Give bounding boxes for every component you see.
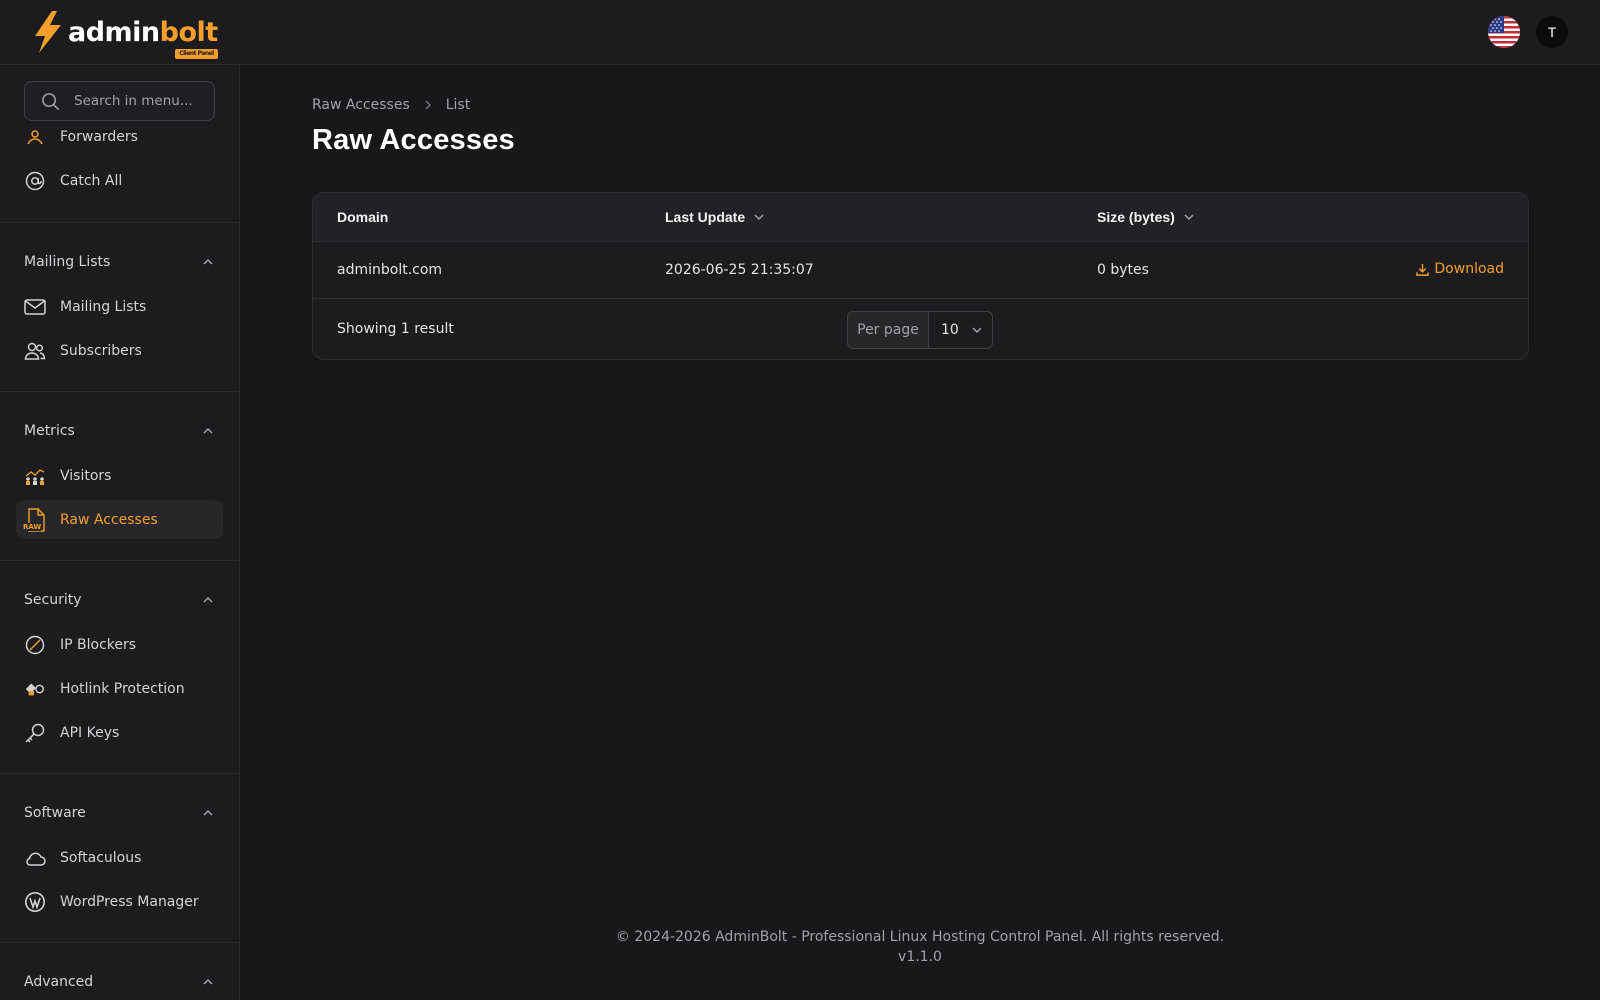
sidebar-item-api-keys[interactable]: API Keys: [16, 713, 223, 752]
sort-chevron-icon: [754, 214, 764, 221]
key-icon: [24, 722, 46, 744]
hotlink-icon: [24, 678, 46, 700]
sidebar-item-label: Subscribers: [60, 342, 142, 359]
envelope-icon: [24, 296, 46, 318]
user-avatar[interactable]: T: [1536, 16, 1568, 48]
sidebar-item-label: Hotlink Protection: [60, 680, 185, 697]
group-mailing-lists[interactable]: Mailing Lists: [24, 250, 215, 274]
group-software[interactable]: Software: [24, 801, 215, 825]
sidebar-item-label: Mailing Lists: [60, 298, 147, 315]
table-footer: Showing 1 result Per page 10: [313, 299, 1528, 359]
column-last-update[interactable]: Last Update: [665, 209, 765, 225]
cell-size: 0 bytes: [1097, 262, 1149, 278]
page-footer: © 2024-2026 AdminBolt - Professional Lin…: [240, 927, 1600, 967]
raw-accesses-table: Domain Last Update Size (bytes) adminbol…: [312, 192, 1529, 360]
sidebar-item-label: Catch All: [60, 172, 123, 189]
sidebar-item-catch-all[interactable]: Catch All: [16, 161, 223, 200]
cloud-icon: [24, 847, 46, 869]
sidebar-divider: [0, 942, 239, 943]
sidebar-item-visitors[interactable]: Visitors: [16, 456, 223, 495]
sidebar-item-label: Raw Accesses: [60, 511, 158, 528]
sidebar-divider: [0, 222, 239, 223]
download-icon: [1416, 263, 1430, 276]
column-size[interactable]: Size (bytes): [1097, 209, 1195, 225]
copyright-text: © 2024-2026 AdminBolt - Professional Lin…: [615, 929, 1225, 945]
raw-label: RAW: [23, 522, 42, 531]
sidebar-item-label: WordPress Manager: [60, 893, 199, 910]
version-text: v1.1.0: [898, 949, 942, 965]
cell-last-update: 2026-06-25 21:35:07: [665, 262, 814, 278]
chevron-up-icon: [203, 427, 213, 434]
visitors-icon: [24, 465, 46, 487]
sort-chevron-icon: [1184, 214, 1194, 221]
breadcrumb: Raw Accesses List: [312, 97, 470, 113]
per-page-select[interactable]: Per page 10: [847, 311, 993, 349]
logo-wordmark: adminbolt Client Panel: [68, 16, 218, 59]
group-advanced[interactable]: Advanced: [24, 970, 215, 994]
sidebar-item-mailing-lists[interactable]: Mailing Lists: [16, 287, 223, 326]
sidebar-item-softaculous[interactable]: Softaculous: [16, 838, 223, 877]
search-input[interactable]: [74, 93, 214, 109]
sidebar-item-label: Visitors: [60, 467, 112, 484]
column-domain: Domain: [337, 209, 389, 225]
sidebar-item-label: Forwarders: [60, 128, 138, 145]
bolt-icon: [35, 11, 61, 53]
download-button[interactable]: Download: [1415, 261, 1504, 277]
chevron-up-icon: [203, 258, 213, 265]
sidebar-item-raw-accesses[interactable]: RAW Raw Accesses: [16, 500, 223, 539]
sidebar-item-label: Softaculous: [60, 849, 142, 866]
wordpress-icon: [24, 891, 46, 913]
breadcrumb-current: List: [445, 97, 471, 113]
per-page-label: Per page: [848, 312, 929, 348]
table-row: adminbolt.com 2026-06-25 21:35:07 0 byte…: [313, 242, 1528, 299]
sidebar-divider: [0, 560, 239, 561]
sidebar-item-hotlink-protection[interactable]: Hotlink Protection: [16, 669, 223, 708]
adminbolt-logo[interactable]: adminbolt Client Panel: [30, 10, 218, 59]
group-metrics[interactable]: Metrics: [24, 419, 215, 443]
group-security[interactable]: Security: [24, 588, 215, 612]
sidebar: Forwarders Catch All Mailing Lists Maili…: [0, 65, 240, 1000]
results-count: Showing 1 result: [337, 321, 454, 337]
at-sign-icon: [24, 170, 46, 192]
sidebar-divider: [0, 773, 239, 774]
raw-file-icon: RAW: [23, 507, 46, 532]
breadcrumb-root[interactable]: Raw Accesses: [312, 97, 410, 113]
sidebar-item-wordpress-manager[interactable]: WordPress Manager: [16, 882, 223, 921]
sidebar-item-label: API Keys: [60, 724, 120, 741]
sidebar-search[interactable]: [24, 81, 215, 121]
group-title: Mailing Lists: [24, 254, 111, 270]
us-flag-icon[interactable]: [1488, 16, 1520, 48]
forwarders-icon: [24, 126, 46, 148]
top-bar: adminbolt Client Panel T: [0, 0, 1600, 65]
chevron-right-icon: [425, 100, 431, 110]
sidebar-item-subscribers[interactable]: Subscribers: [16, 331, 223, 370]
sidebar-item-ip-blockers[interactable]: IP Blockers: [16, 625, 223, 664]
sidebar-divider: [0, 391, 239, 392]
group-title: Security: [24, 592, 82, 608]
sidebar-item-forwarders[interactable]: Forwarders: [16, 117, 223, 156]
chevron-up-icon: [203, 596, 213, 603]
chevron-down-icon: [972, 327, 982, 334]
users-icon: [24, 340, 46, 362]
table-header: Domain Last Update Size (bytes): [313, 193, 1528, 242]
logo-badge: Client Panel: [175, 48, 218, 59]
chevron-up-icon: [203, 809, 213, 816]
sidebar-item-label: IP Blockers: [60, 636, 137, 653]
group-title: Advanced: [24, 974, 94, 990]
group-title: Software: [24, 805, 86, 821]
chevron-up-icon: [203, 978, 213, 985]
page-title: Raw Accesses: [312, 124, 515, 156]
search-icon: [42, 92, 60, 110]
ban-icon: [24, 634, 46, 656]
group-title: Metrics: [24, 423, 75, 439]
per-page-value[interactable]: 10: [929, 312, 992, 348]
cell-domain: adminbolt.com: [337, 262, 443, 278]
